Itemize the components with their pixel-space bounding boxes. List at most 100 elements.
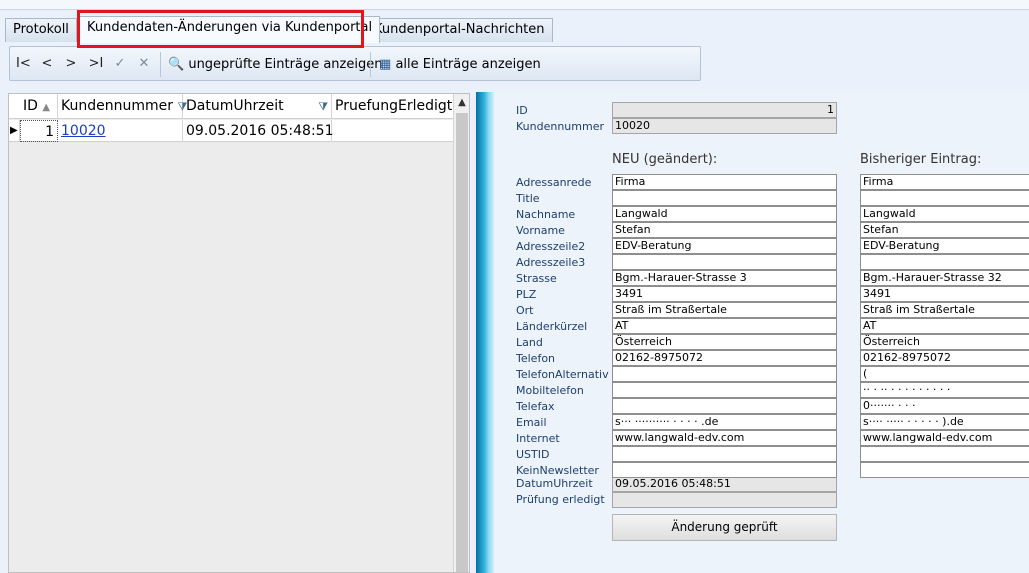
new-value-field-ustid[interactable] [612,446,837,462]
tab-kundendaten-aenderungen[interactable]: Kundendaten-Änderungen via Kundenportal [79,16,381,43]
panel-splitter[interactable] [476,92,494,573]
old-values-header: Bisheriger Eintrag: [860,152,982,167]
new-value-field-telefon[interactable]: 02162-8975072 [612,350,837,366]
table-icon: ▦ [379,57,392,72]
changes-grid: ID ▲ Kundennummer ⧩ DatumUhrzeit ⧩ Pruef… [8,93,470,573]
new-value-field-strasse[interactable]: Bgm.-Harauer-Strasse 3 [612,270,837,286]
field-label-vorname: Vorname [516,224,565,237]
column-header-datumuhrzeit-label: DatumUhrzeit [186,98,284,114]
id-label: ID [516,104,528,117]
old-value-field-adresszeile2: EDV-Beratung [860,238,1029,254]
current-row-indicator-icon: ▶ [9,120,20,142]
cell-pruefungerledigt[interactable] [332,120,454,142]
new-value-field-plz[interactable]: 3491 [612,286,837,302]
tab-kundenportal-nachrichten[interactable]: Kundenportal-Nachrichten [366,18,553,42]
old-value-field-mobiltelefon: ·· · ·· · · · · · · · · · [860,382,1029,398]
field-label-adresszeile2: Adresszeile2 [516,240,586,253]
old-value-field-adresszeile3 [860,254,1029,270]
new-value-field-adresszeile2[interactable]: EDV-Beratung [612,238,837,254]
old-value-field-strasse: Bgm.-Harauer-Strasse 32 [860,270,1029,286]
last-record-button[interactable]: >I [88,55,104,73]
field-label-internet: Internet [516,432,560,445]
field-label-telefonalternativ: TelefonAlternativ [516,368,609,381]
confirm-icon[interactable]: ✓ [112,55,128,73]
old-value-field-internet: www.langwald-edv.com [860,430,1029,446]
new-value-field-internet[interactable]: www.langwald-edv.com [612,430,837,446]
grid-scrollbar[interactable]: ▲ [453,94,469,572]
field-label-adresszeile3: Adresszeile3 [516,256,586,269]
new-value-field-länderkürzel[interactable]: AT [612,318,837,334]
field-label-adressanrede: Adressanrede [516,176,592,189]
old-value-field-telefonalternativ: ( [860,366,1029,382]
filter-icon[interactable]: ⧩ [318,94,328,119]
previous-record-button[interactable]: < [40,55,54,73]
aenderung-geprueft-button[interactable]: Änderung geprüft [612,514,837,541]
field-label-länderkürzel: Länderkürzel [516,320,588,333]
new-value-field-ort[interactable]: Straß im Straßertale [612,302,837,318]
new-value-field-land[interactable]: Österreich [612,334,837,350]
pruefung-erledigt-field [612,492,837,508]
field-label-keinnewsletter: KeinNewsletter [516,464,599,477]
old-value-field-telefon: 02162-8975072 [860,350,1029,366]
datumuhrzeit-label: DatumUhrzeit [516,477,593,490]
old-value-field-nachname: Langwald [860,206,1029,222]
new-value-field-adressanrede[interactable]: Firma [612,174,837,190]
window-top-strip [0,0,1029,10]
old-value-field-title [860,190,1029,206]
new-value-field-title[interactable] [612,190,837,206]
field-label-ort: Ort [516,304,534,317]
field-label-plz: PLZ [516,288,537,301]
column-header-datumuhrzeit[interactable]: DatumUhrzeit ⧩ [183,94,332,119]
column-header-id-label: ID [23,98,38,114]
field-label-ustid: USTID [516,448,550,461]
toolbar: I< < > >I ✓ ✕ 🔍 ungeprüfte Einträge anze… [9,46,701,81]
old-value-field-land: Österreich [860,334,1029,350]
old-value-field-vorname: Stefan [860,222,1029,238]
field-label-email: Email [516,416,547,429]
tab-protokoll[interactable]: Protokoll [5,18,77,42]
new-value-field-telefonalternativ[interactable] [612,366,837,382]
cancel-icon[interactable]: ✕ [136,55,152,73]
column-header-pruefungerledigt[interactable]: PruefungErledigt [332,94,454,119]
show-all-button[interactable]: ▦ alle Einträge anzeigen [379,56,541,74]
field-label-title: Title [516,192,540,205]
old-value-field-email: s···· ····· · · · · · ).de [860,414,1029,430]
toolbar-separator [370,52,371,77]
first-record-button[interactable]: I< [16,55,31,73]
datumuhrzeit-field: 09.05.2016 05:48:51 [612,476,837,492]
show-unchecked-label: ungeprüfte Einträge anzeigen [188,57,383,72]
column-header-kundennummer[interactable]: Kundennummer ⧩ [58,94,187,119]
new-value-field-telefax[interactable] [612,398,837,414]
old-value-field-länderkürzel: AT [860,318,1029,334]
cell-id[interactable]: 1 [20,120,58,142]
scroll-thumb[interactable] [456,113,468,572]
field-label-telefon: Telefon [516,352,556,365]
next-record-button[interactable]: > [64,55,78,73]
old-value-field-adressanrede: Firma [860,174,1029,190]
show-all-label: alle Einträge anzeigen [395,57,541,72]
old-value-field-keinnewsletter [860,462,1029,478]
tab-bar: Protokoll Kundendaten-Änderungen via Kun… [0,14,1029,43]
kundennummer-field: 10020 [612,118,837,134]
table-row[interactable]: ▶ 1 10020 09.05.2016 05:48:51 [9,120,454,142]
cell-kundennummer[interactable]: 10020 [58,120,183,142]
field-label-nachname: Nachname [516,208,576,221]
chevron-up-icon[interactable]: ▲ [456,96,468,110]
old-value-field-plz: 3491 [860,286,1029,302]
old-value-field-telefax: 0······· · · · [860,398,1029,414]
cell-datumuhrzeit[interactable]: 09.05.2016 05:48:51 [183,120,334,142]
kundennummer-label: Kundennummer [516,120,604,133]
kundennummer-link[interactable]: 10020 [61,123,106,139]
new-value-field-mobiltelefon[interactable] [612,382,837,398]
field-label-telefax: Telefax [516,400,555,413]
new-value-field-email[interactable]: s··· ·········· · · · · .de [612,414,837,430]
new-value-field-nachname[interactable]: Langwald [612,206,837,222]
new-value-field-vorname[interactable]: Stefan [612,222,837,238]
toolbar-separator [160,52,161,77]
new-value-field-adresszeile3[interactable] [612,254,837,270]
column-header-id[interactable]: ID ▲ [20,94,58,119]
field-label-mobiltelefon: Mobiltelefon [516,384,584,397]
old-value-field-ort: Straß im Straßertale [860,302,1029,318]
show-unchecked-button[interactable]: 🔍 ungeprüfte Einträge anzeigen [168,56,382,74]
new-value-field-keinnewsletter[interactable] [612,462,837,478]
